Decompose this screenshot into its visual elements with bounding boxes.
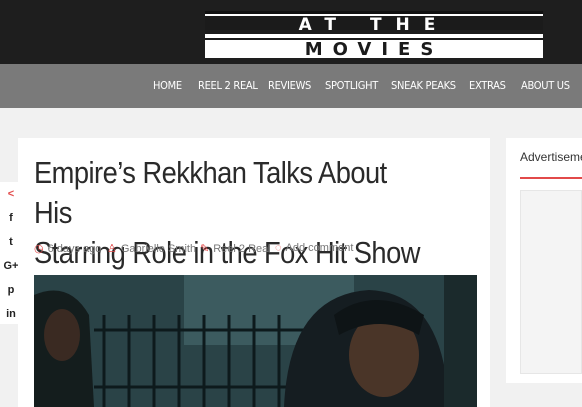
share-icon[interactable]: < [0, 183, 22, 205]
nav-spotlight[interactable]: SPOTLIGHT [325, 64, 378, 108]
post-time: ◷ 6 days ago [34, 242, 101, 255]
nav-reviews[interactable]: REVIEWS [268, 64, 311, 108]
linkedin-icon[interactable]: in [0, 303, 22, 325]
nav-about-us[interactable]: ABOUT US [521, 64, 570, 108]
article-hero-image[interactable] [34, 275, 477, 407]
add-comment-text: Add comment [285, 242, 354, 254]
pinterest-icon[interactable]: p [0, 279, 22, 301]
advertisement-slot[interactable] [520, 190, 582, 374]
post-author[interactable]: ♙ Gabrielle Smith [107, 242, 196, 255]
add-comment-link[interactable]: ◌ Add comment [275, 242, 353, 254]
post-category[interactable]: ✎ Reel 2 Real [200, 242, 271, 255]
share-bar: < f t G+ p in [0, 182, 22, 324]
post-category-text: Reel 2 Real [213, 243, 271, 255]
article-title-line-1: Empire’s Rekkhan Talks About His [34, 155, 387, 230]
clock-icon: ◷ [34, 243, 44, 255]
post-time-text: 6 days ago [47, 243, 102, 255]
nav-reel-2-real[interactable]: REEL 2 REAL [198, 64, 258, 108]
site-logo[interactable]: AT THE MOVIES [205, 11, 543, 60]
comment-icon: ◌ [275, 242, 282, 254]
hero-scene [34, 275, 477, 407]
site-header: AT THE MOVIES [0, 0, 582, 64]
post-author-text: Gabrielle Smith [120, 243, 197, 255]
sidebar-title-underline [520, 177, 582, 179]
nav-sneak-peaks[interactable]: SNEAK PEAKS [391, 64, 456, 108]
nav-home[interactable]: HOME [153, 64, 182, 108]
nav-extras[interactable]: EXTRAS [469, 64, 506, 108]
sidebar-title: Advertisement [520, 150, 582, 164]
facebook-icon[interactable]: f [0, 207, 22, 229]
main-nav: HOME REEL 2 REAL REVIEWS SPOTLIGHT SNEAK… [0, 64, 582, 108]
logo-line-1: AT THE [205, 16, 543, 34]
google-plus-icon[interactable]: G+ [0, 255, 22, 277]
logo-line-2: MOVIES [205, 38, 543, 60]
twitter-icon[interactable]: t [0, 231, 22, 253]
edit-icon: ✎ [200, 243, 210, 255]
article-title[interactable]: Empire’s Rekkhan Talks About His Starrin… [34, 153, 426, 273]
user-icon: ♙ [107, 243, 117, 255]
